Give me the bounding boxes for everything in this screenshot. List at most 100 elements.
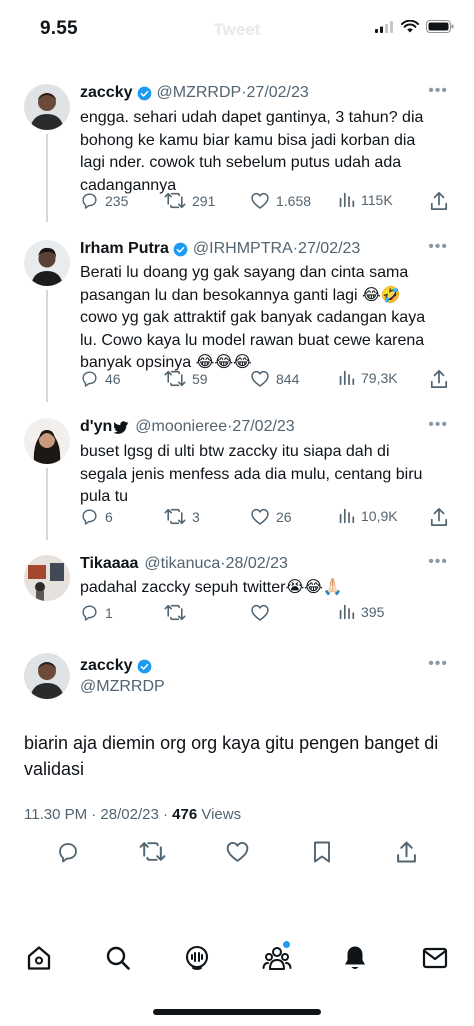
status-bar: 9.55 Tweet [0, 0, 474, 52]
messages-icon[interactable] [421, 944, 449, 972]
author-handle[interactable]: @tikanuca [144, 555, 220, 573]
like-count: 844 [276, 370, 300, 387]
retweet-button[interactable]: 291 [164, 191, 215, 210]
retweet-button[interactable]: 3 [164, 507, 200, 526]
reply-icon [82, 371, 97, 387]
reply-button[interactable]: 6 [80, 507, 113, 526]
verified-badge-icon [173, 242, 188, 256]
text-line: padahal zaccky sepuh twitter😭😂🙏🏻 [80, 579, 343, 596]
tweet-date[interactable]: 27/02/23 [247, 84, 309, 102]
views-button[interactable]: 10,9K [338, 507, 398, 524]
author-handle[interactable]: @MZRRDP [80, 678, 165, 696]
text-line: lu. Cowo kaya lu model rawan buat cewe k… [80, 331, 425, 349]
views-count: 115K [361, 191, 393, 208]
author-handle[interactable]: @IRHMPTRA [193, 240, 293, 258]
views-button[interactable]: 395 [338, 603, 384, 620]
tweet-text: buset lgsg di ulti btw zaccky itu siapa … [80, 441, 452, 509]
tweet-date[interactable]: 27/02/23 [232, 418, 294, 436]
author-name[interactable]: Tikaaaa [80, 555, 138, 573]
reply-count: 46 [105, 370, 121, 387]
views-icon [339, 508, 355, 524]
heart-icon[interactable] [225, 840, 250, 863]
spaces-icon[interactable] [183, 944, 211, 972]
retweet-count: 3 [192, 508, 200, 525]
avatar[interactable] [24, 418, 70, 464]
reply-icon[interactable] [56, 840, 80, 864]
bottom-nav [0, 941, 474, 974]
views-count: 79,3K [361, 369, 398, 386]
views-icon [339, 370, 355, 386]
heart-icon [251, 370, 269, 387]
views-count: 10,9K [361, 507, 398, 524]
like-button[interactable]: 844 [250, 369, 299, 388]
views-button[interactable]: 79,3K [338, 369, 398, 386]
text-line: Berati lu doang yg gak sayang dan cinta … [80, 264, 409, 281]
retweet-count: 291 [192, 192, 216, 209]
search-icon[interactable] [104, 944, 132, 972]
retweet-count: 59 [192, 370, 208, 387]
tweet-date[interactable]: 28/02/23 [226, 555, 288, 573]
more-icon[interactable]: ••• [428, 82, 448, 100]
avatar[interactable] [24, 84, 70, 130]
home-icon[interactable] [25, 944, 53, 972]
tweet-header: Irham Putra @IRHMPTRA · 27/02/23 [80, 240, 360, 258]
views-button[interactable]: 115K [338, 191, 393, 208]
share-icon[interactable] [396, 840, 417, 864]
text-line: pula tu [80, 488, 129, 505]
status-icons [375, 20, 454, 33]
heart-icon [251, 508, 269, 525]
wifi-icon [401, 20, 419, 33]
reply-button[interactable]: 235 [80, 191, 128, 210]
tweet-date[interactable]: 27/02/23 [298, 240, 360, 258]
share-button[interactable] [430, 507, 448, 527]
tweet-header: Tikaaaa @tikanuca · 28/02/23 [80, 555, 288, 573]
more-icon[interactable]: ••• [428, 238, 448, 256]
thread-line [46, 468, 48, 540]
bookmark-icon[interactable] [312, 840, 332, 864]
author-name[interactable]: d'yn [80, 418, 112, 436]
more-icon[interactable]: ••• [428, 416, 448, 434]
notification-dot [283, 941, 290, 948]
verified-badge-icon [137, 659, 151, 673]
tweet-text: engga. sehari udah dapet gantinya, 3 tah… [80, 107, 452, 197]
communities-icon[interactable] [262, 944, 292, 972]
reply-button[interactable]: 1 [80, 603, 113, 622]
avatar[interactable] [24, 555, 70, 601]
like-count: 26 [276, 508, 292, 525]
retweet-button[interactable]: 59 [164, 369, 208, 388]
retweet-icon[interactable] [139, 840, 166, 863]
author-handle[interactable]: @moonieree [135, 418, 227, 436]
reply-button[interactable]: 46 [80, 369, 121, 388]
reply-count: 235 [105, 192, 129, 209]
avatar[interactable] [24, 240, 70, 286]
tweet-text: padahal zaccky sepuh twitter😭😂🙏🏻 [80, 577, 452, 600]
share-button[interactable] [430, 369, 448, 389]
author-handle[interactable]: @MZRRDP [157, 84, 242, 102]
like-button[interactable] [250, 603, 276, 622]
cellular-signal-icon [375, 20, 393, 33]
notifications-icon[interactable] [342, 944, 368, 972]
author-name[interactable]: zaccky [80, 657, 133, 675]
author-name[interactable]: zaccky [80, 84, 133, 102]
like-button[interactable]: 1.658 [250, 191, 311, 210]
tweet-actions: 6 3 26 10,9K [80, 507, 452, 531]
author-name[interactable]: Irham Putra [80, 240, 169, 258]
like-button[interactable]: 26 [250, 507, 292, 526]
reply-icon [82, 509, 97, 525]
avatar[interactable] [24, 653, 70, 699]
tweet-text: Berati lu doang yg gak sayang dan cinta … [80, 262, 452, 375]
retweet-button[interactable] [164, 603, 192, 622]
timestamp-text[interactable]: 11.30 PM · 28/02/23 · [24, 806, 172, 823]
views-count[interactable]: 476 [172, 806, 197, 823]
text-line: bohong ke kamu biar kamu bisa jadi korba… [80, 131, 416, 149]
text-line: biarin aja diemin org org kaya gitu peng… [24, 733, 439, 753]
retweet-icon [164, 370, 186, 387]
bird-icon [114, 420, 129, 434]
heart-icon [251, 192, 269, 209]
tweet-header: zaccky @MZRRDP · 27/02/23 [80, 84, 309, 102]
text-line: cowo yg gak attraktif gak banyak cadanga… [80, 309, 426, 326]
more-icon[interactable]: ••• [428, 655, 448, 673]
reply-icon [82, 193, 97, 209]
share-button[interactable] [430, 191, 448, 211]
more-icon[interactable]: ••• [428, 553, 448, 571]
